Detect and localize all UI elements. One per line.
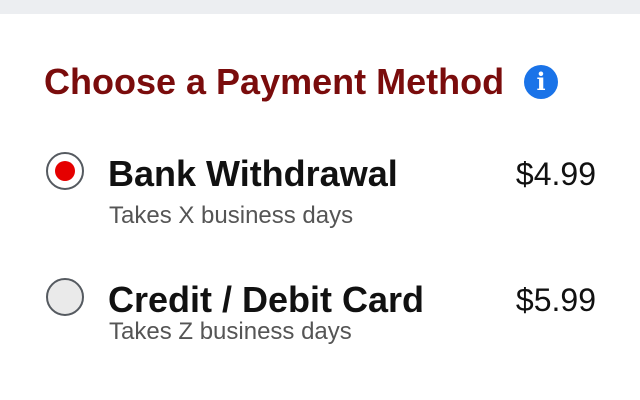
option-label: Bank Withdrawal [108, 153, 398, 194]
heading-row: Choose a Payment Method i [44, 60, 614, 104]
payment-option-credit-debit-card[interactable]: Credit / Debit Card $5.99 Takes Z busine… [44, 276, 604, 366]
option-subtitle: Takes X business days [109, 202, 354, 229]
page-title: Choose a Payment Method [44, 61, 505, 102]
option-price: $5.99 [515, 282, 596, 318]
radio-selected-dot [55, 161, 75, 181]
option-price: $4.99 [515, 156, 596, 192]
option-subtitle: Takes Z business days [109, 318, 352, 345]
info-icon[interactable]: i [524, 65, 559, 99]
radio-button-credit-debit-card[interactable] [46, 278, 84, 316]
top-bar [0, 0, 640, 14]
radio-button-bank-withdrawal[interactable] [46, 152, 84, 190]
payment-option-bank-withdrawal[interactable]: Bank Withdrawal $4.99 Takes X business d… [44, 150, 604, 240]
